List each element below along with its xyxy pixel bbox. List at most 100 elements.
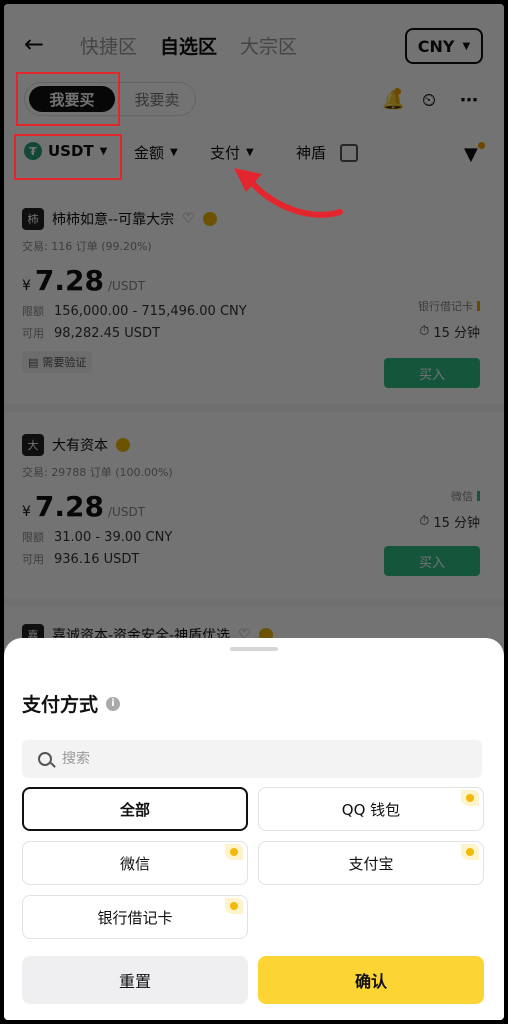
search-box[interactable] — [22, 740, 482, 778]
option-qq-wallet[interactable]: QQ 钱包 — [258, 787, 484, 831]
price: 7.28 — [34, 264, 105, 297]
search-icon — [38, 752, 52, 766]
merchant-badge-icon — [225, 844, 243, 860]
payment-method-sheet: 支付方式 i 全部 QQ 钱包 微信 支付宝 银行借记卡 重置 确认 — [4, 638, 504, 1020]
avatar[interactable]: 大 — [22, 434, 44, 456]
option-bank-debit-card[interactable]: 银行借记卡 — [22, 895, 248, 939]
buy-button[interactable]: 买入 — [384, 546, 480, 576]
merchant-badge-icon — [461, 790, 479, 806]
drag-handle[interactable] — [230, 647, 278, 651]
merchant-name[interactable]: 柿柿如意--可靠大宗 — [52, 209, 174, 229]
verify-tag: ▤ 需要验证 — [22, 351, 93, 373]
merchant-name[interactable]: 大有资本 — [52, 435, 108, 455]
annotation-box-buy — [16, 72, 120, 126]
trade-stats: 交易: 116 订单 (99.20%) — [22, 240, 152, 253]
option-label: QQ 钱包 — [341, 800, 401, 819]
option-label: 银行借记卡 — [97, 908, 173, 927]
arrow-left-icon[interactable]: ← — [24, 30, 44, 58]
time-limit: ⏱ 15 分钟 — [419, 322, 480, 341]
available-value: 98,282.45 USDT — [54, 326, 161, 341]
listing-card: 大 大有资本 交易: 29788 订单 (100.00%) ¥ 7.28 /US… — [22, 434, 486, 576]
timer-icon: ⏱ — [419, 514, 430, 529]
tab-bulk[interactable]: 大宗区 — [240, 32, 297, 59]
price-unit: /USDT — [108, 505, 146, 519]
limit-label: 限额 — [22, 305, 44, 318]
time-value: 15 分钟 — [433, 326, 480, 341]
option-label: 支付宝 — [348, 854, 394, 873]
verified-badge-icon — [202, 212, 217, 226]
price: 7.28 — [34, 490, 105, 523]
notification-icon[interactable]: 🔔 — [382, 88, 404, 111]
amount-filter[interactable]: 金额 ▼ — [134, 142, 178, 163]
confirm-button[interactable]: 确认 — [258, 956, 484, 1004]
heart-icon: ♡ — [182, 211, 195, 227]
sheet-title-text: 支付方式 — [22, 694, 99, 716]
sell-tab[interactable]: 我要卖 — [121, 86, 193, 112]
divider — [4, 598, 504, 606]
price-unit: /USDT — [108, 279, 146, 293]
caret-down-icon: ▼ — [170, 147, 178, 158]
shield-filter[interactable]: 神盾 — [296, 142, 359, 163]
merchant-row: 大 大有资本 — [22, 434, 486, 456]
available-label: 可用 — [22, 553, 44, 566]
option-label: 全部 — [119, 800, 150, 819]
limit-row: 限额 156,000.00 - 715,496.00 CNY — [22, 303, 486, 319]
caret-down-icon: ▼ — [462, 40, 471, 52]
top-nav: ← 快捷区 自选区 大宗区 CNY ▼ — [4, 22, 504, 66]
available-value: 936.16 USDT — [54, 552, 140, 567]
timer-icon: ⏱ — [419, 324, 430, 339]
payment-filter[interactable]: 支付 ▼ — [210, 142, 254, 163]
more-icon[interactable]: ⋯ — [460, 90, 478, 111]
shield-label: 神盾 — [296, 144, 327, 162]
pay-method: 银行借记卡 — [418, 298, 480, 314]
currency-select[interactable]: CNY ▼ — [405, 28, 483, 64]
listing-card: 柿 柿柿如意--可靠大宗 ♡ 交易: 116 订单 (99.20%) ¥ 7.2… — [22, 208, 486, 388]
annotation-arrow-icon — [234, 168, 343, 218]
time-value: 15 分钟 — [433, 516, 480, 531]
price-row: ¥ 7.28 /USDT — [22, 264, 486, 297]
pay-method-label: 微信 — [451, 490, 473, 503]
currency-symbol: ¥ — [22, 278, 31, 294]
card-icon: ▤ — [28, 355, 39, 369]
verified-badge-icon — [116, 438, 130, 452]
option-label: 微信 — [119, 854, 150, 873]
currency-label: CNY — [417, 36, 455, 56]
limit-value: 31.00 - 39.00 CNY — [54, 530, 173, 545]
caret-down-icon: ▼ — [246, 147, 254, 158]
available-label: 可用 — [22, 327, 44, 340]
price-row: ¥ 7.28 /USDT — [22, 490, 486, 523]
limit-row: 限额 31.00 - 39.00 CNY — [22, 529, 486, 545]
currency-symbol: ¥ — [22, 504, 31, 520]
trade-stats: 交易: 29788 订单 (100.00%) — [22, 466, 173, 479]
option-all[interactable]: 全部 — [22, 787, 248, 831]
sheet-title: 支付方式 i — [22, 690, 121, 717]
avatar[interactable]: 柿 — [22, 208, 44, 230]
tab-custom[interactable]: 自选区 — [160, 32, 217, 59]
merchant-badge-icon — [461, 844, 479, 860]
annotation-box-coin — [14, 134, 122, 180]
tab-quick[interactable]: 快捷区 — [80, 32, 137, 59]
reset-button[interactable]: 重置 — [22, 956, 248, 1004]
merchant-badge-icon — [225, 898, 243, 914]
available-row: 可用 98,282.45 USDT — [22, 325, 486, 341]
option-wechat[interactable]: 微信 — [22, 841, 248, 885]
time-limit: ⏱ 15 分钟 — [419, 512, 480, 531]
divider — [4, 404, 504, 412]
funnel-icon[interactable]: ▼ — [464, 142, 485, 165]
app-screen: ← 快捷区 自选区 大宗区 CNY ▼ 我要买 我要卖 🔔 ⏲ ⋯ ₮ USDT… — [4, 4, 504, 1020]
buy-button[interactable]: 买入 — [384, 358, 480, 388]
info-icon[interactable]: i — [106, 696, 121, 711]
payment-label: 支付 — [210, 144, 241, 162]
limit-label: 限额 — [22, 531, 44, 544]
order-history-icon[interactable]: ⏲ — [422, 90, 436, 111]
verify-label: 需要验证 — [42, 356, 87, 369]
pay-method: 微信 — [451, 488, 480, 504]
option-alipay[interactable]: 支付宝 — [258, 841, 484, 885]
search-input[interactable] — [62, 751, 442, 767]
shield-checkbox[interactable] — [340, 143, 359, 162]
pay-method-bar — [477, 301, 480, 311]
limit-value: 156,000.00 - 715,496.00 CNY — [54, 304, 247, 319]
pay-method-bar — [477, 491, 480, 501]
amount-label: 金额 — [134, 144, 165, 162]
pay-method-label: 银行借记卡 — [418, 300, 473, 313]
